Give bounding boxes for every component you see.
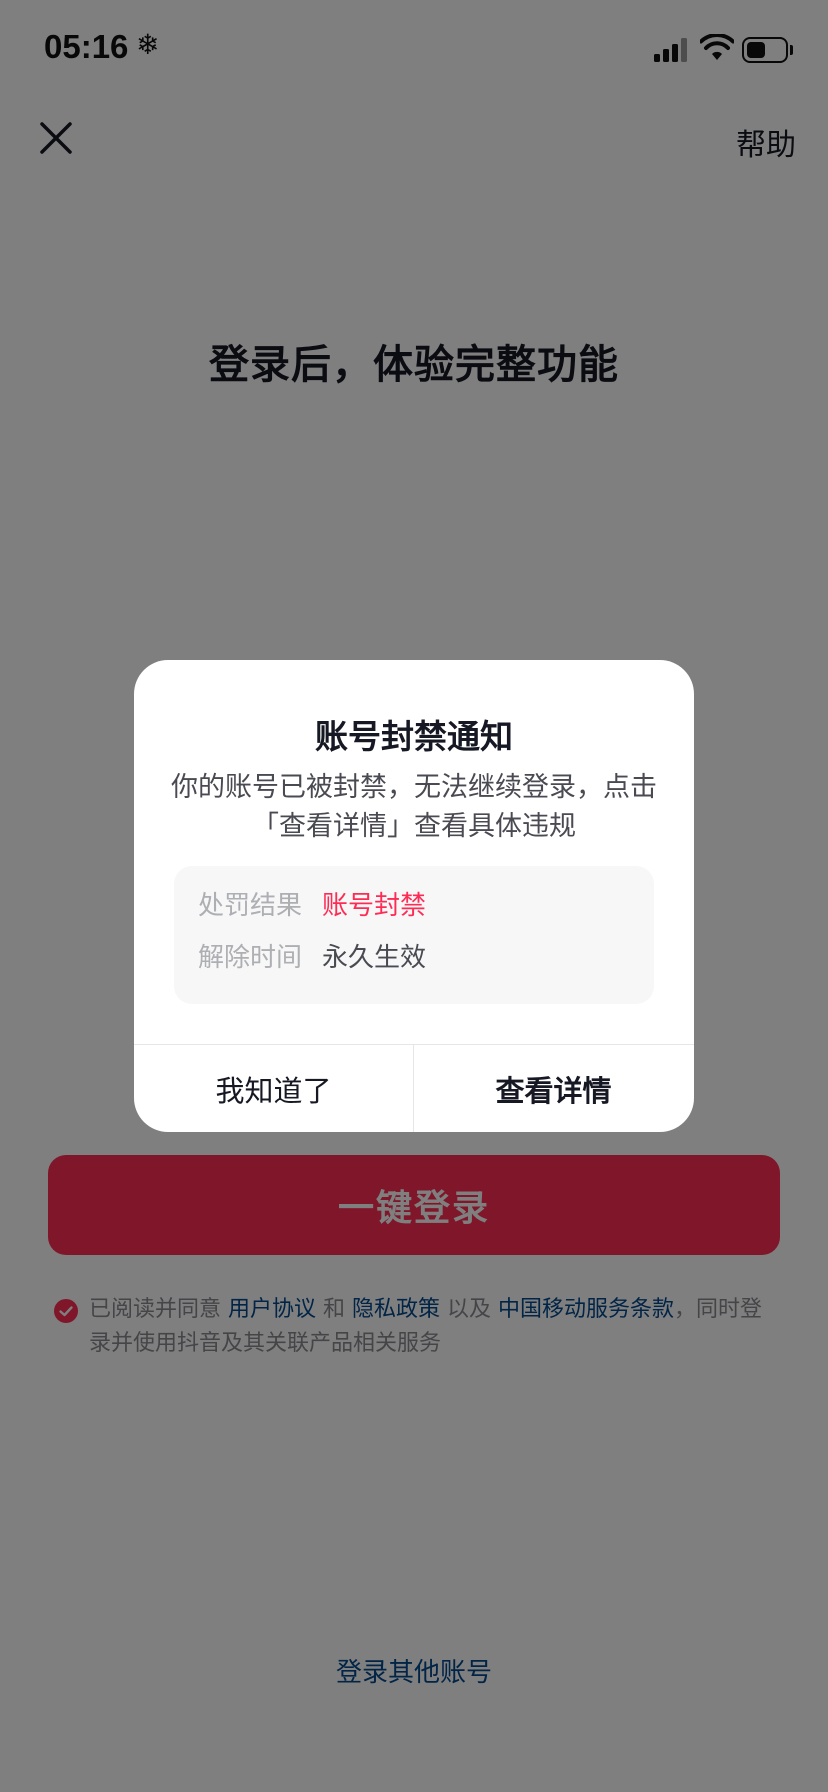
dialog-message: 你的账号已被封禁，无法继续登录，点击「查看详情」查看具体违规 bbox=[171, 772, 657, 842]
login-screen: 05:16 ❄ 帮助 登录后，体验完整功能 一键登录 bbox=[0, 0, 828, 1792]
ban-notice-dialog: 账号封禁通知 你的账号已被封禁，无法继续登录，点击「查看详情」查看具体违规 处罚… bbox=[134, 660, 694, 1132]
penalty-value: 账号封禁 bbox=[322, 891, 427, 921]
release-value: 永久生效 bbox=[322, 943, 427, 973]
dismiss-button[interactable]: 我知道了 bbox=[134, 1045, 413, 1132]
dialog-title: 账号封禁通知 bbox=[315, 717, 513, 756]
penalty-info-box: 处罚结果 账号封禁 解除时间 永久生效 bbox=[174, 866, 654, 1004]
penalty-label: 处罚结果 bbox=[198, 891, 303, 921]
view-details-button[interactable]: 查看详情 bbox=[414, 1045, 693, 1132]
release-label: 解除时间 bbox=[198, 943, 303, 973]
